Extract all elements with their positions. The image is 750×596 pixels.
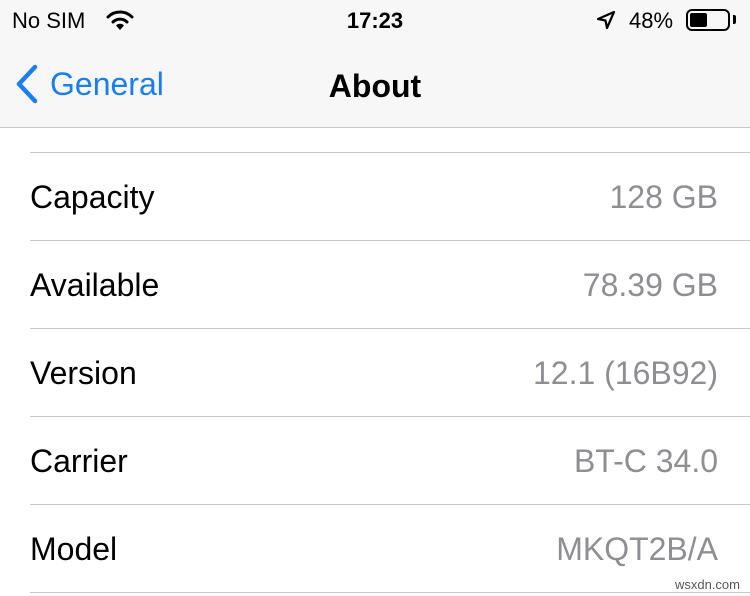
navigation-bar: General About — [0, 40, 750, 128]
top-bar: No SIM 17:23 48% General About — [0, 0, 750, 128]
location-icon — [596, 10, 616, 30]
battery-icon — [686, 9, 730, 31]
row-label: Available — [30, 267, 160, 303]
row-label: Version — [30, 355, 137, 391]
row-value: 78.39 GB — [582, 267, 718, 303]
status-bar: No SIM 17:23 48% — [0, 0, 750, 40]
battery-nub — [733, 15, 736, 24]
row-value: BT-C 34.0 — [573, 443, 718, 479]
about-table: Capacity 128 GB Available 78.39 GB Versi… — [0, 152, 750, 593]
watermark: wsxdn.com — [674, 577, 740, 592]
row-label: Model — [30, 531, 118, 567]
row-value: MKQT2B/A — [556, 531, 718, 567]
row-version: Version 12.1 (16B92) — [30, 329, 750, 417]
battery-level-fill — [690, 13, 707, 27]
row-value: 12.1 (16B92) — [532, 355, 718, 391]
row-model: Model MKQT2B/A — [30, 505, 750, 593]
row-label: Carrier — [30, 443, 128, 479]
row-value: 128 GB — [609, 179, 718, 215]
page-title: About — [328, 68, 422, 104]
row-capacity: Capacity 128 GB — [30, 153, 750, 241]
row-label: Capacity — [30, 179, 155, 215]
settings-about-screen: No SIM 17:23 48% General About Capacity … — [0, 0, 750, 596]
row-carrier: Carrier BT-C 34.0 — [30, 417, 750, 505]
row-available: Available 78.39 GB — [30, 241, 750, 329]
battery-percent: 48% — [629, 8, 674, 33]
